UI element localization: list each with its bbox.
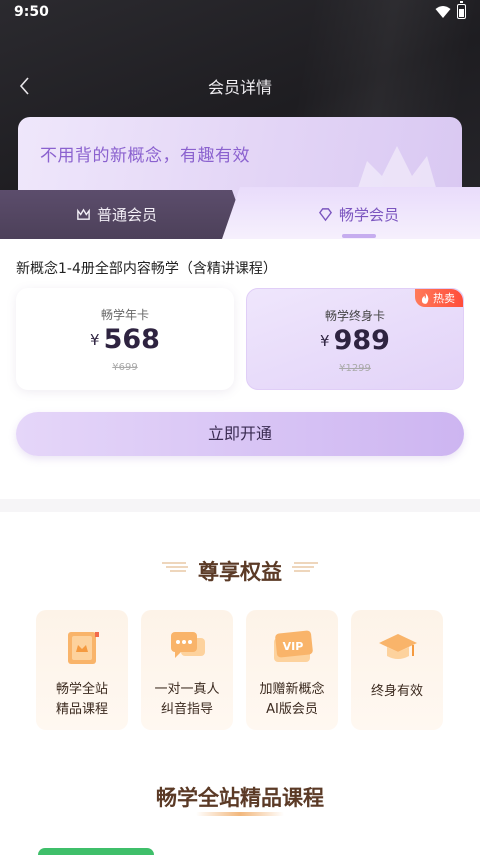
plan-original-price: ¥1299 xyxy=(339,363,371,374)
active-tab-indicator xyxy=(342,234,376,238)
membership-tabs xyxy=(0,187,480,240)
plan-card-lifetime[interactable]: 热卖 畅学终身卡 ¥989 ¥1299 xyxy=(246,288,464,390)
graduation-cap-icon xyxy=(379,634,417,659)
page-title: 会员详情 xyxy=(207,78,272,97)
status-time: 9:50 xyxy=(14,4,49,20)
plan-price: ¥989 xyxy=(320,325,390,356)
status-icons xyxy=(435,1,466,19)
title-right-decoration-icon xyxy=(292,562,318,572)
benefits-title: 尊享权益 xyxy=(0,556,480,586)
status-bar: 9:50 xyxy=(0,0,480,24)
crown-outline-icon xyxy=(77,208,90,220)
hot-sale-badge: 热卖 xyxy=(415,289,463,307)
courses-section-title: 畅学全站精品课程 xyxy=(156,786,324,810)
flame-icon xyxy=(421,292,429,304)
svg-text:VIP: VIP xyxy=(283,640,304,653)
tab-premium-label[interactable]: 畅学会员 xyxy=(318,204,399,225)
battery-icon xyxy=(457,1,466,19)
banner-slogan: 不用背的新概念，有趣有效 xyxy=(40,146,250,166)
benefit-item[interactable]: 畅学全站 精品课程 xyxy=(36,610,128,730)
vip-card-icon: VIP xyxy=(274,630,313,662)
benefit-item[interactable]: 一对一真人 纠音指导 xyxy=(141,610,233,730)
title-underline xyxy=(196,812,284,816)
plan-card-annual[interactable]: 畅学年卡 ¥568 ¥699 xyxy=(16,288,234,390)
plan-original-price: ¥699 xyxy=(112,362,138,373)
title-left-decoration-icon xyxy=(162,562,188,572)
plan-name: 畅学年卡 xyxy=(100,308,149,322)
benefit-item[interactable]: 终身有效 xyxy=(351,610,443,730)
course-description: 新概念1-4册全部内容畅学（含精讲课程） xyxy=(16,261,277,277)
plan-price: ¥568 xyxy=(90,324,160,355)
course-book-icon xyxy=(68,632,99,664)
chat-bubble-icon xyxy=(171,632,205,658)
activate-button[interactable]: 立即开通 xyxy=(16,412,464,456)
diamond-heart-icon xyxy=(318,208,333,222)
wifi-icon xyxy=(435,5,451,18)
tab-regular-label[interactable]: 普通会员 xyxy=(76,204,157,225)
plan-name: 畅学终身卡 xyxy=(324,309,385,323)
course-card-preview[interactable] xyxy=(38,848,154,855)
benefit-item[interactable]: VIP 加赠新概念 AI版会员 xyxy=(246,610,338,730)
